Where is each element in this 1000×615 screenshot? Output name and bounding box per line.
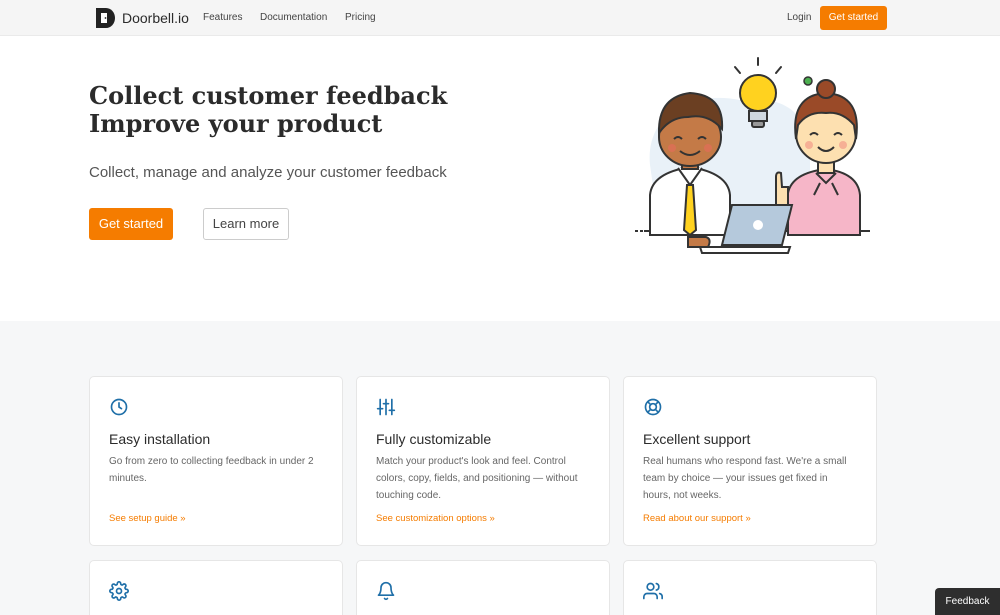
- support-link[interactable]: Read about our support »: [643, 513, 751, 524]
- feature-card-5: [356, 560, 610, 615]
- hero-title: Collect customer feedback Improve your p…: [89, 82, 489, 138]
- doorbell-logo-icon[interactable]: [94, 7, 116, 29]
- logo-text[interactable]: Doorbell.io: [122, 10, 189, 26]
- feature-title: Excellent support: [643, 431, 751, 447]
- feature-card-easy-installation: Easy installation Go from zero to collec…: [89, 376, 343, 546]
- feature-card-excellent-support: Excellent support Real humans who respon…: [623, 376, 877, 546]
- feature-card-fully-customizable: Fully customizable Match your product's …: [356, 376, 610, 546]
- team-illustration: [633, 57, 870, 254]
- feature-description: Match your product's look and feel. Cont…: [376, 456, 578, 501]
- learn-more-button[interactable]: Learn more: [203, 208, 289, 240]
- sliders-icon: [376, 398, 396, 416]
- feature-description: Real humans who respond fast. We're a sm…: [643, 456, 847, 501]
- customization-options-link[interactable]: See customization options »: [376, 513, 495, 524]
- bell-icon: [377, 581, 395, 601]
- hero-subtitle: Collect, manage and analyze your custome…: [89, 164, 447, 181]
- features-section: Easy installation Go from zero to collec…: [0, 321, 1000, 615]
- lifebuoy-icon: [644, 398, 662, 416]
- gear-icon: [109, 581, 129, 601]
- feature-title: Easy installation: [109, 431, 211, 447]
- clock-icon: [110, 398, 128, 416]
- feature-card-4: [89, 560, 343, 615]
- login-link[interactable]: Login: [787, 12, 811, 23]
- users-icon: [643, 582, 663, 600]
- nav-link-pricing[interactable]: Pricing: [345, 12, 376, 23]
- feature-card-6: [623, 560, 877, 615]
- hero-title-line-2: Improve your product: [89, 109, 383, 138]
- setup-guide-link[interactable]: See setup guide »: [109, 513, 186, 524]
- feature-description: Go from zero to collecting feedback in u…: [109, 456, 314, 484]
- nav-link-features[interactable]: Features: [203, 12, 242, 23]
- top-nav: Doorbell.io Features Documentation Prici…: [0, 0, 1000, 36]
- hero-get-started-button[interactable]: Get started: [89, 208, 173, 240]
- nav-get-started-button[interactable]: Get started: [820, 6, 887, 30]
- hero-title-line-1: Collect customer feedback: [89, 81, 448, 110]
- feedback-tab[interactable]: Feedback: [935, 588, 1000, 615]
- feature-title: Fully customizable: [376, 431, 492, 447]
- nav-link-documentation[interactable]: Documentation: [260, 12, 327, 23]
